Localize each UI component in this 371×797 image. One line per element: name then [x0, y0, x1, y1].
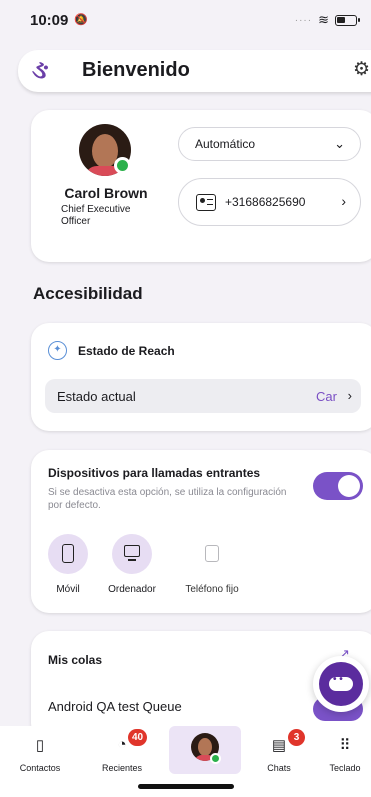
reach-fab[interactable]: [313, 656, 369, 712]
app-header: ઙ Bienvenido ⚙: [18, 50, 371, 92]
page-title: Bienvenido: [82, 59, 190, 81]
desktop-icon: [124, 545, 140, 561]
status-indicators: ···· ≋: [294, 12, 360, 28]
signal-icon: ····: [294, 14, 313, 26]
section-title-accesibilidad: Accesibilidad: [33, 284, 143, 303]
tab-contactos[interactable]: ▯ Contactos: [5, 726, 75, 778]
user-name: Carol Brown: [64, 185, 148, 201]
devices-description: Si se desactiva esta opción, se utiliza …: [48, 487, 287, 511]
toggle-knob: [338, 475, 360, 497]
user-role: Chief Executive Officer: [61, 204, 131, 227]
recent-calls-icon: ◔: [117, 736, 127, 753]
mobile-phone-icon: [62, 544, 74, 563]
device-landline-button[interactable]: [192, 534, 232, 574]
avatar-face: [198, 738, 212, 756]
device-mobile-button[interactable]: [48, 534, 88, 574]
badge-recientes: 40: [128, 729, 148, 746]
presence-indicator: [114, 157, 131, 174]
status-bar: 10:09 🔕 ···· ≋: [0, 0, 371, 44]
tab-label-teclado: Teclado: [329, 763, 361, 773]
reach-title: Estado de Reach: [78, 344, 175, 358]
devices-card: Dispositivos para llamadas entrantes Si …: [31, 450, 371, 613]
assistant-icon: [329, 674, 353, 691]
device-desktop-button[interactable]: [112, 534, 152, 574]
presence-indicator: [210, 753, 221, 764]
tab-recientes[interactable]: ◔ 40 Recientes: [87, 726, 157, 778]
reach-status-icon: ✦: [48, 341, 67, 360]
availability-value: Automático: [195, 137, 256, 151]
reach-status-row[interactable]: Estado actual Car ›: [45, 379, 361, 413]
status-time: 10:09: [30, 12, 69, 29]
tab-chats[interactable]: ▤ 3 Chats: [244, 726, 314, 778]
reach-card: ✦ Estado de Reach Estado actual Car ›: [31, 323, 371, 431]
tab-label-contactos: Contactos: [19, 763, 61, 773]
tab-label-chats: Chats: [267, 763, 291, 773]
gear-icon[interactable]: ⚙: [353, 58, 370, 81]
queue-name: Android QA test Queue: [48, 699, 182, 714]
chat-icon: ▤: [271, 737, 287, 754]
device-label-landline: Teléfono fijo: [185, 584, 239, 595]
profile-card: Carol Brown Chief Executive Officer Auto…: [31, 110, 371, 262]
availability-select[interactable]: Automático ⌄: [178, 127, 361, 161]
contacts-icon: ▯: [35, 737, 45, 754]
chevron-right-icon: ›: [347, 388, 352, 403]
bell-slash-icon: 🔕: [74, 14, 88, 26]
tab-label-recientes: Recientes: [101, 763, 143, 773]
queues-title: Mis colas: [48, 653, 103, 667]
phone-number: +31686825690: [225, 195, 306, 209]
reach-row-value: Car: [316, 389, 337, 404]
chevron-right-icon: ›: [341, 193, 346, 209]
id-card-icon: [196, 194, 216, 211]
reach-row-label: Estado actual: [57, 389, 136, 404]
landline-phone-icon: [205, 545, 219, 562]
fab-inner: [319, 662, 363, 706]
battery-icon: [335, 14, 360, 26]
home-indicator: [138, 784, 234, 789]
device-label-desktop: Ordenador: [108, 584, 156, 595]
devices-toggle[interactable]: [313, 472, 363, 500]
wifi-icon: ≋: [318, 12, 329, 27]
outgoing-number-select[interactable]: +31686825690 ›: [178, 178, 361, 226]
logo-icon: ઙ: [32, 54, 49, 84]
badge-chats: 3: [288, 729, 305, 746]
devices-title: Dispositivos para llamadas entrantes: [48, 466, 261, 480]
keypad-icon: ⠿: [339, 737, 351, 754]
tab-profile[interactable]: [169, 726, 241, 774]
tab-teclado[interactable]: ⠿ Teclado: [319, 726, 371, 778]
chevron-down-icon: ⌄: [334, 136, 345, 151]
